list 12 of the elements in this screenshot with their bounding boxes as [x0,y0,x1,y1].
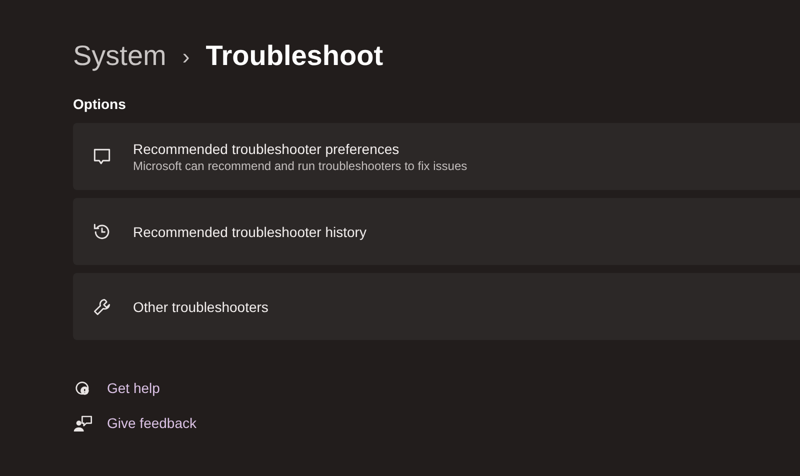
page-title: Troubleshoot [206,39,384,73]
section-title: Options [73,95,127,114]
breadcrumb-parent[interactable]: System [73,35,166,77]
help-link[interactable]: Give feedback [107,413,196,434]
option-card[interactable]: Recommended troubleshooter history [73,198,800,265]
option-title: Recommended troubleshooter preferences [133,140,400,158]
option-card[interactable]: Other troubleshooters [73,273,800,340]
option-description: Microsoft can recommend and run troubleshooters to fix issues [133,158,468,174]
help-link[interactable]: Get help [107,378,160,399]
feedback-person-icon [73,414,93,434]
option-card[interactable]: Recommended troubleshooter preferences Microsoft can recommend and run troubleshooters to fix issues [73,123,800,190]
breadcrumb-separator: › [182,42,190,70]
